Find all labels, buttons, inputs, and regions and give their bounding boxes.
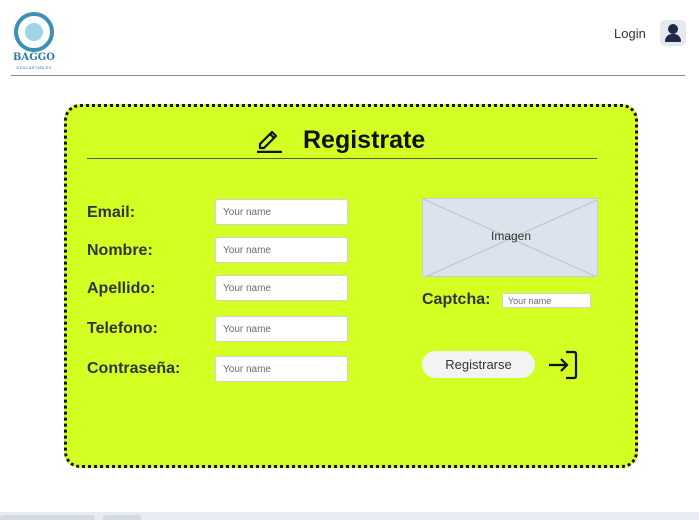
bottom-tab[interactable] [103, 515, 141, 520]
email-field[interactable] [215, 199, 348, 225]
page-title: Registrate [303, 126, 426, 154]
top-bar: BAGGO DESCARTABLES Login [0, 0, 699, 76]
telefono-field[interactable] [215, 316, 348, 342]
title-divider [87, 158, 597, 159]
login-link[interactable]: Login [614, 26, 646, 41]
brand-logo[interactable]: BAGGO DESCARTABLES [10, 12, 58, 72]
pencil-icon [257, 130, 282, 153]
register-button[interactable]: Registrarse [422, 351, 535, 378]
logo-emblem [14, 12, 54, 52]
nombre-label: Nombre: [87, 242, 153, 259]
email-label: Email: [87, 204, 136, 221]
logo-name: BAGGO [12, 52, 55, 63]
user-icon[interactable] [660, 20, 686, 46]
enter-icon[interactable] [546, 348, 580, 382]
captcha-label: Captcha: [422, 291, 491, 308]
apellido-field[interactable] [215, 275, 348, 301]
image-placeholder: Imagen [422, 198, 598, 277]
nombre-field[interactable] [215, 237, 348, 263]
telefono-label: Telefono: [87, 320, 158, 337]
header-divider [11, 75, 685, 76]
image-label: Imagen [490, 229, 532, 243]
logo-subtitle: DESCARTABLES [16, 65, 52, 70]
apellido-label: Apellido: [87, 280, 156, 297]
bottom-tab[interactable] [0, 515, 95, 520]
captcha-field[interactable] [502, 293, 591, 308]
contrasena-field[interactable] [215, 356, 348, 382]
register-card: Registrate Email: Nombre: Apellido: Tele… [64, 104, 638, 468]
contrasena-label: Contraseña: [87, 360, 181, 377]
